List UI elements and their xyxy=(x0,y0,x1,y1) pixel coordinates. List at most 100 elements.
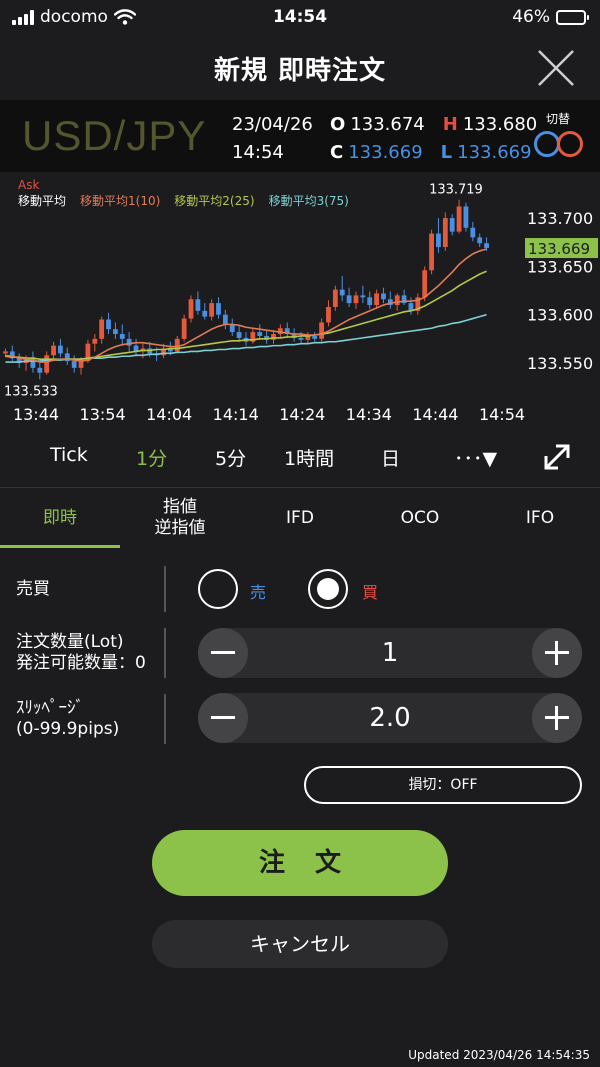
candle-body xyxy=(78,361,84,368)
order-type-tabs: 即時 指値 逆指値 IFD OCO IFO xyxy=(0,487,600,548)
candle-body xyxy=(339,289,345,296)
candle-body xyxy=(470,227,476,238)
x-axis-tick-label: 13:44 xyxy=(13,405,59,424)
high-label: H xyxy=(442,114,458,135)
order-form: 売買 売 買 注文数量(Lot) 発注可能数量：0 1 ｽﾘｯﾍﾟｰｼﾞ (0-… xyxy=(0,548,600,1067)
candle-body xyxy=(271,334,276,340)
candle-body xyxy=(374,293,379,306)
candle-body xyxy=(119,334,125,339)
candle-body xyxy=(229,324,235,333)
tab-oco[interactable]: OCO xyxy=(360,488,480,548)
candle-body xyxy=(367,297,373,306)
stop-loss-button[interactable]: 損切：OFF xyxy=(304,766,582,804)
timeframe-bar: Tick 1分 5分 1時間 日 ･･･▼ xyxy=(0,430,600,486)
candle-body xyxy=(202,310,208,317)
max-price-label: 133.719 xyxy=(429,183,483,198)
quantity-input[interactable]: 1 xyxy=(248,628,532,678)
candle-body xyxy=(332,289,338,307)
candlestick-chart: 133.700 133.650 133.600 133.550 133.669 133.7… xyxy=(3,183,598,424)
candle-body xyxy=(222,314,228,325)
battery-info: 46% xyxy=(512,7,589,27)
candle-body xyxy=(449,218,455,232)
switch-label: 切替 xyxy=(545,112,570,126)
candle-body xyxy=(326,306,331,323)
current-price-label: 133.669 xyxy=(528,240,590,258)
min-price-label: 133.533 xyxy=(4,384,58,399)
candle-body xyxy=(216,303,221,315)
slippage-decrease-button[interactable] xyxy=(198,693,248,743)
switch-button[interactable]: 切替 xyxy=(528,110,588,157)
candle-body xyxy=(360,295,366,298)
candle-body xyxy=(181,318,187,339)
buy-radio[interactable] xyxy=(308,569,348,609)
quantity-decrease-button[interactable] xyxy=(198,628,248,678)
price-chart[interactable]: 133.700 133.650 133.600 133.550 133.669 133.7… xyxy=(0,172,600,430)
candle-body xyxy=(99,319,105,339)
close-button[interactable] xyxy=(534,46,578,90)
x-axis-tick-label: 14:44 xyxy=(412,405,458,424)
quantity-stepper: 1 xyxy=(198,628,582,678)
x-axis-tick-label: 14:34 xyxy=(346,405,392,424)
tab-immediate[interactable]: 即時 xyxy=(0,488,120,548)
tab-ifd[interactable]: IFD xyxy=(240,488,360,548)
slippage-stepper: 2.0 xyxy=(198,693,582,743)
page-title: 新規 即時注文 xyxy=(213,56,387,86)
candle-body xyxy=(37,367,43,373)
divider xyxy=(164,566,166,612)
candle-body xyxy=(3,351,8,354)
candle-body xyxy=(209,303,215,317)
timeframe-day[interactable]: 日 xyxy=(381,444,400,471)
y-axis-tick-label: 133.650 xyxy=(527,257,593,276)
timeframe-1hour[interactable]: 1時間 xyxy=(284,444,334,471)
slippage-input[interactable]: 2.0 xyxy=(248,693,532,743)
quote-row-close-low: C 133.669 L 133.669 xyxy=(330,142,532,163)
sell-radio[interactable] xyxy=(198,569,238,609)
y-axis-tick-label: 133.600 xyxy=(527,306,593,325)
price-type-label: Ask xyxy=(18,178,40,192)
tab-ifo[interactable]: IFO xyxy=(480,488,600,548)
candle-body xyxy=(106,319,111,330)
quantity-increase-button[interactable] xyxy=(532,628,582,678)
y-axis-tick-label: 133.700 xyxy=(527,209,593,228)
candle-body xyxy=(92,338,98,344)
slippage-increase-button[interactable] xyxy=(532,693,582,743)
quote-date: 23/04/26 xyxy=(232,114,313,135)
timeframe-more[interactable]: ･･･▼ xyxy=(454,444,497,471)
quantity-label-line1: 注文数量(Lot) xyxy=(16,632,124,652)
expand-icon xyxy=(544,444,570,470)
slippage-label: ｽﾘｯﾍﾟｰｼﾞ (0-99.9pips) xyxy=(16,698,119,740)
candle-body xyxy=(195,299,201,311)
divider xyxy=(164,628,166,678)
timeframe-tick[interactable]: Tick xyxy=(50,444,88,466)
candle-body xyxy=(484,243,489,249)
side-label: 売買 xyxy=(16,579,50,599)
candle-body xyxy=(477,237,483,244)
candle-body xyxy=(236,332,242,338)
quote-time: 14:54 xyxy=(232,142,284,163)
candle-body xyxy=(422,270,428,298)
updated-timestamp: Updated 2023/04/26 14:54:35 xyxy=(408,1048,590,1062)
close-icon xyxy=(538,50,574,86)
order-button[interactable]: 注文 xyxy=(152,830,448,896)
divider xyxy=(164,694,166,744)
candle-body xyxy=(188,299,194,319)
candle-body xyxy=(257,332,263,336)
candle-body xyxy=(381,293,386,300)
expand-chart-button[interactable] xyxy=(538,438,576,476)
candle-body xyxy=(312,335,318,339)
minus-icon xyxy=(211,716,235,719)
status-bar: docomo 14:54 46% xyxy=(0,0,600,36)
candle-body xyxy=(429,233,434,271)
quantity-label-line2: 発注可能数量：0 xyxy=(16,653,146,673)
cancel-button[interactable]: キャンセル xyxy=(152,920,448,968)
slippage-label-line2: (0-99.9pips) xyxy=(16,719,120,739)
candle-body xyxy=(51,345,56,356)
tab-limit-stop[interactable]: 指値 逆指値 xyxy=(120,488,240,548)
moving-average-2-line xyxy=(5,270,487,360)
timeframe-1min[interactable]: 1分 xyxy=(136,444,167,471)
candle-body xyxy=(113,329,118,335)
timeframe-5min[interactable]: 5分 xyxy=(215,444,246,471)
sell-label: 売 xyxy=(250,583,267,602)
x-axis-tick-label: 14:24 xyxy=(279,405,325,424)
candle-body xyxy=(394,295,400,306)
